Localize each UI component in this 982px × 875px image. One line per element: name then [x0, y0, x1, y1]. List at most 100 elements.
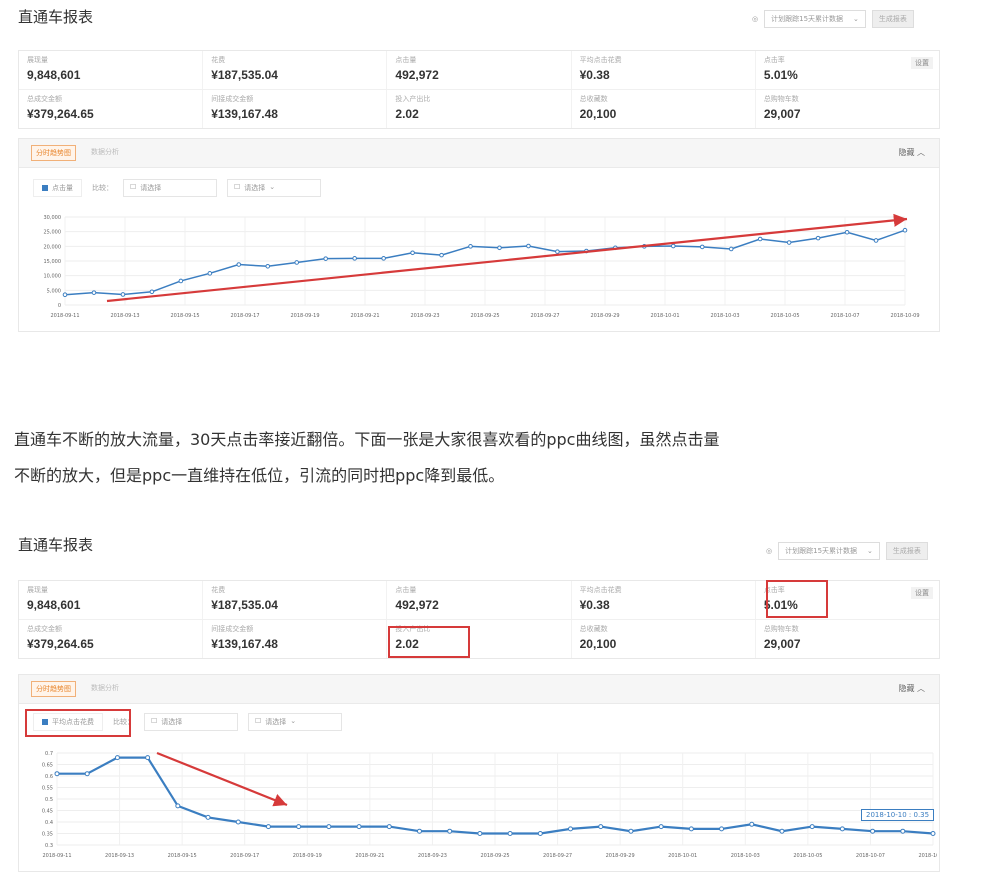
metric-value: ¥187,535.04 — [211, 68, 278, 82]
metric-value: ¥0.38 — [579, 598, 610, 612]
dropdown-value: 计划跟踪15天累计数据 — [785, 547, 858, 555]
metric-indirect-sales[interactable]: 间接成交金额 ¥139,167.48 — [203, 620, 388, 658]
metric-value: 492,972 — [395, 68, 439, 82]
data-point — [326, 824, 332, 830]
metric-carts[interactable]: 总购物车数 29,007 — [756, 90, 939, 128]
metric-cost[interactable]: 花费 ¥187,535.04 — [203, 51, 388, 89]
data-point — [265, 824, 271, 830]
data-point — [178, 278, 184, 284]
metric-avg-cpc[interactable]: 平均点击花费 ¥0.38 — [572, 51, 756, 89]
data-point — [749, 821, 755, 827]
compare-select-2[interactable]: ☐ 请选择 ⌄ — [227, 179, 321, 197]
metric-value: ¥139,167.48 — [211, 637, 278, 651]
metric-favorites[interactable]: 总收藏数 20,100 — [572, 90, 756, 128]
report-panel-bottom: 直通车报表 ◎ 计划跟踪15天累计数据 ⌄ 生成报表 展现量 9,848,601 … — [0, 530, 982, 872]
metric-label: 平均点击花费 — [579, 56, 622, 64]
y-tick-label: 0 — [58, 303, 61, 309]
x-tick-label: 2018-09-11 — [50, 313, 79, 319]
x-tick-label: 2018-09-21 — [350, 313, 379, 319]
data-point — [410, 250, 415, 256]
metric-label: 间接成交金额 — [211, 95, 254, 103]
metric-roi[interactable]: 投入产出比 2.02 — [387, 90, 572, 128]
metric-favorites[interactable]: 总收藏数 20,100 — [572, 620, 756, 658]
data-point — [381, 256, 386, 261]
date-range-dropdown[interactable]: 计划跟踪15天累计数据 ⌄ — [764, 10, 866, 28]
paragraph-line-2: 不断的放大，但是ppc一直维持在低位，引流的同时把ppc降到最低。 — [14, 466, 505, 485]
compare-select-2[interactable]: ☐ 请选择 ⌄ — [248, 713, 342, 731]
metrics-row: 总成交金额 ¥379,264.65 间接成交金额 ¥139,167.48 投入产出比… — [19, 619, 939, 658]
metric-label: 总购物车数 — [763, 625, 799, 633]
x-tick-label: 2018-10-03 — [731, 853, 760, 859]
data-point — [145, 755, 151, 761]
metric-value: ¥187,535.04 — [211, 598, 278, 612]
metric-clicks[interactable]: 点击量 492,972 — [387, 581, 572, 619]
compare-select-1[interactable]: ☐ 请选择 — [144, 713, 238, 731]
metric-value: 29,007 — [763, 637, 801, 651]
x-tick-label: 2018-10-01 — [650, 313, 679, 319]
tab-analysis[interactable]: 数据分析 — [91, 147, 119, 157]
export-button[interactable]: 生成报表 — [885, 542, 928, 560]
metric-cost[interactable]: 花费 ¥187,535.04 — [203, 581, 388, 619]
tab-trend[interactable]: 分时趋势图 — [31, 681, 76, 697]
chevron-down-icon: ⌄ — [853, 15, 859, 23]
date-range-dropdown[interactable]: 计划跟踪15天累计数据 ⌄ — [778, 542, 880, 560]
x-tick-label: 2018-10-05 — [793, 853, 822, 859]
data-point — [205, 814, 211, 820]
hide-button[interactable]: 隐藏 ︿ — [898, 683, 925, 694]
chart-panel: 分时趋势图 数据分析 隐藏 ︿ 点击量 比较： ☐ 请选择 ☐ 请选择 ⌄ 0 5,00… — [18, 138, 940, 332]
x-tick-label: 2018-09-23 — [410, 313, 439, 319]
data-point — [114, 755, 120, 761]
x-tick-label: 2018-09-25 — [470, 313, 499, 319]
metrics-grid: 展现量 9,848,601 花费 ¥187,535.04 点击量 492,972 平均… — [18, 50, 940, 129]
x-tick-label: 2018-10-09 — [890, 313, 919, 319]
metric-label: 总收藏数 — [579, 625, 608, 633]
metric-ctr[interactable]: 点击率 5.01% 设置 — [756, 51, 939, 89]
cpc-line-chart: 0.3 0.35 0.4 0.45 0.5 0.55 0.6 0.65 0.7 2018-09-1… — [42, 751, 937, 859]
compare-select-1[interactable]: ☐ 请选择 — [123, 179, 217, 197]
metric-clicks[interactable]: 点击量 492,972 — [387, 51, 572, 89]
metric-label: 平均点击花费 — [579, 586, 622, 594]
chart-panel: 分时趋势图 数据分析 隐藏 ︿ 平均点击花费 比较： ☐ 请选择 ☐ 请选择 ⌄ 0.… — [18, 674, 940, 872]
settings-button[interactable]: 设置 — [911, 587, 934, 599]
legend-item[interactable]: 点击量 — [33, 179, 82, 197]
metric-total-sales[interactable]: 总成交金额 ¥379,264.65 — [19, 620, 204, 658]
metric-value: ¥379,264.65 — [27, 637, 94, 651]
metric-impressions[interactable]: 展现量 9,848,601 — [19, 581, 204, 619]
export-button[interactable]: 生成报表 — [871, 10, 914, 28]
settings-button[interactable]: 设置 — [911, 57, 934, 69]
data-point — [839, 826, 845, 832]
x-tick-label: 2018-09-23 — [418, 853, 447, 859]
tab-analysis[interactable]: 数据分析 — [91, 683, 119, 693]
data-point — [120, 292, 126, 297]
data-point — [175, 803, 181, 809]
metric-label: 展现量 — [27, 586, 48, 594]
data-point — [930, 831, 936, 836]
y-tick-label: 0.6 — [45, 774, 53, 780]
metric-total-sales[interactable]: 总成交金额 ¥379,264.65 — [19, 90, 204, 128]
x-tick-label: 2018-10-09 — [918, 853, 937, 859]
data-point — [537, 831, 543, 836]
x-tick-label: 2018-10-01 — [668, 853, 697, 859]
hide-button[interactable]: 隐藏 ︿ — [898, 147, 925, 158]
trend-arrow — [156, 751, 288, 807]
data-point — [416, 828, 422, 834]
highlight-roi — [388, 626, 470, 658]
y-tick-label: 5,000 — [47, 288, 61, 294]
metric-indirect-sales[interactable]: 间接成交金额 ¥139,167.48 — [203, 90, 388, 128]
data-point — [356, 824, 362, 830]
metric-avg-cpc[interactable]: 平均点击花费 ¥0.38 — [572, 581, 756, 619]
x-tick-label: 2018-09-13 — [110, 313, 139, 319]
x-tick-label: 2018-10-07 — [856, 853, 885, 859]
metric-value: 29,007 — [763, 107, 801, 121]
tab-trend[interactable]: 分时趋势图 — [31, 145, 76, 161]
metric-impressions[interactable]: 展现量 9,848,601 — [19, 51, 204, 89]
select-value: 请选择 — [161, 718, 183, 726]
report-toolbar: ◎ 计划跟踪15天累计数据 ⌄ 生成报表 — [766, 542, 928, 560]
info-icon: ◎ — [766, 547, 773, 555]
x-tick-label: 2018-10-05 — [770, 313, 799, 319]
y-tick-label: 0.5 — [45, 797, 53, 803]
metric-carts[interactable]: 总购物车数 29,007 — [756, 620, 939, 658]
data-point — [526, 243, 531, 249]
x-tick-label: 2018-09-19 — [290, 313, 319, 319]
chart-tooltip: 2018-10-10 : 0.35 — [861, 809, 935, 821]
